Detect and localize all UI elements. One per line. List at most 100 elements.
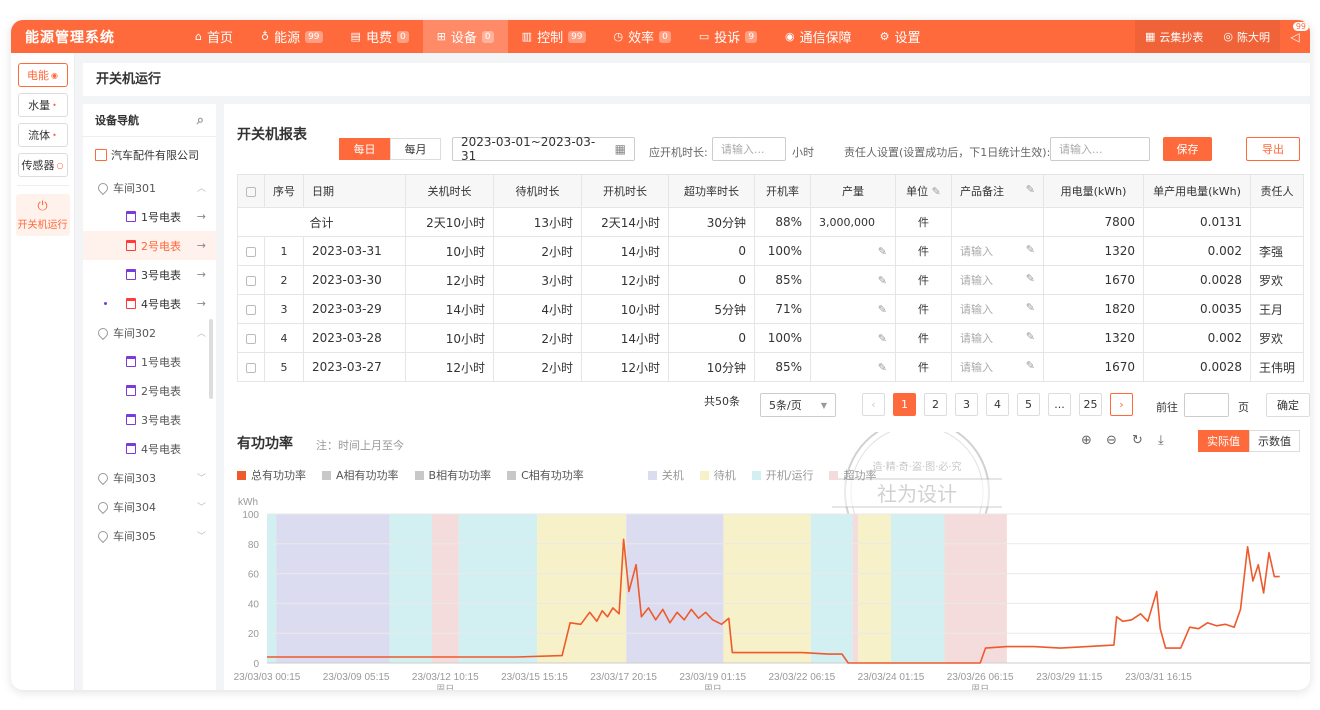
legend-off[interactable]: 关机 xyxy=(647,467,684,483)
row-remark[interactable]: 请输入 ✎ xyxy=(951,265,1044,295)
notification-button[interactable]: ◁ 99 xyxy=(1280,20,1310,53)
rail-item-0[interactable]: 电能 ◉ xyxy=(17,63,68,87)
rail-item-3[interactable]: 传感器 ○ xyxy=(17,153,68,177)
page-button[interactable]: 1 xyxy=(893,393,916,416)
nav-item-0[interactable]: ⌂ 首页 xyxy=(181,20,247,53)
goto-input[interactable] xyxy=(1184,393,1229,417)
display-value-button[interactable]: 示数值 xyxy=(1249,430,1300,452)
select-all-checkbox[interactable] xyxy=(237,174,265,208)
chevron-up-icon[interactable]: ︿ xyxy=(197,326,206,339)
row-remark[interactable]: 请输入 ✎ xyxy=(951,236,1044,266)
cloud-reading-button[interactable]: ▦ 云集抄表 xyxy=(1134,20,1214,53)
edit-icon[interactable]: ✎ xyxy=(878,361,887,374)
nav-item-5[interactable]: ◷ 效率 0 xyxy=(600,20,685,53)
edit-icon[interactable]: ✎ xyxy=(878,274,887,287)
sidebar-scrollbar[interactable] xyxy=(209,319,213,399)
zoom-out-icon[interactable]: ⊖ xyxy=(1106,433,1117,448)
row-checkbox[interactable] xyxy=(237,236,265,266)
tree-meter[interactable]: 2号电表 → xyxy=(83,231,216,260)
tree-workshop[interactable]: 车间302 ︿ xyxy=(83,318,216,347)
chevron-up-icon[interactable]: ︿ xyxy=(197,181,206,194)
tree-meter[interactable]: 4号电表 → xyxy=(83,289,216,318)
tree-meter[interactable]: 1号电表 → xyxy=(83,202,216,231)
row-checkbox[interactable] xyxy=(237,265,265,295)
arrow-right-icon[interactable]: → xyxy=(197,297,206,310)
rail-item-1[interactable]: 水量 • xyxy=(17,93,68,117)
download-icon[interactable]: ⤓ xyxy=(1158,433,1164,448)
runtime-input[interactable]: 请输入... xyxy=(712,137,786,161)
page-button[interactable]: 5 xyxy=(1017,393,1040,416)
daily-button[interactable]: 每日 xyxy=(339,138,390,160)
arrow-right-icon[interactable]: → xyxy=(197,210,206,223)
export-button[interactable]: 导出 xyxy=(1246,137,1300,161)
legend-b[interactable]: B相有功功率 xyxy=(414,467,491,483)
row-remark[interactable]: 请输入 ✎ xyxy=(951,294,1044,324)
rail-item-2[interactable]: 流体 • xyxy=(17,123,68,147)
goto-confirm-button[interactable]: 确定 xyxy=(1266,393,1310,417)
tree-workshop[interactable]: 车间301 ︿ xyxy=(83,173,216,202)
nav-item-4[interactable]: ▥ 控制 99 xyxy=(508,20,600,53)
tree-meter[interactable]: 3号电表 → xyxy=(83,260,216,289)
nav-item-3[interactable]: ⊞ 设备 0 xyxy=(422,20,508,53)
tree-meter[interactable]: 4号电表 xyxy=(83,434,216,463)
row-output[interactable]: ✎ xyxy=(810,265,896,295)
edit-icon[interactable]: ✎ xyxy=(1026,301,1035,314)
edit-icon[interactable]: ✎ xyxy=(878,303,887,316)
arrow-right-icon[interactable]: → xyxy=(197,239,206,252)
tree-workshop[interactable]: 车间303 ﹀ xyxy=(83,463,216,492)
save-button[interactable]: 保存 xyxy=(1163,137,1212,161)
chevron-down-icon[interactable]: ﹀ xyxy=(197,529,206,542)
rail-tile-power-run[interactable]: ⏻ 开关机运行 xyxy=(15,194,70,236)
edit-icon[interactable]: ✎ xyxy=(878,245,887,258)
legend-on[interactable]: 开机/运行 xyxy=(751,467,813,483)
edit-icon[interactable]: ✎ xyxy=(1026,183,1035,196)
zoom-in-icon[interactable]: ⊕ xyxy=(1081,433,1092,448)
chevron-down-icon[interactable]: ﹀ xyxy=(197,500,206,513)
nav-item-2[interactable]: ▤ 电费 0 xyxy=(337,20,423,53)
row-output[interactable]: ✎ xyxy=(810,294,896,324)
date-range-picker[interactable]: 2023-03-01~2023-03-31 ▦ xyxy=(452,135,635,163)
tree-meter[interactable]: 3号电表 xyxy=(83,405,216,434)
legend-a[interactable]: A相有功功率 xyxy=(322,467,399,483)
nav-item-1[interactable]: ♁ 能源 99 xyxy=(247,20,337,53)
row-checkbox[interactable] xyxy=(237,323,265,353)
row-output[interactable]: ✎ xyxy=(810,323,896,353)
owner-input[interactable]: 请输入... xyxy=(1050,137,1150,161)
page-size-select[interactable]: 5条/页 ▼ xyxy=(760,393,836,417)
next-page-button[interactable]: › xyxy=(1110,393,1133,416)
arrow-right-icon[interactable]: → xyxy=(197,268,206,281)
edit-icon[interactable]: ✎ xyxy=(1026,359,1035,372)
legend-standby[interactable]: 待机 xyxy=(699,467,736,483)
refresh-icon[interactable]: ↻ xyxy=(1132,433,1143,448)
actual-value-button[interactable]: 实际值 xyxy=(1198,430,1249,452)
tree-workshop[interactable]: 车间305 ﹀ xyxy=(83,521,216,550)
row-output[interactable]: ✎ xyxy=(810,352,896,382)
row-remark[interactable]: 请输入 ✎ xyxy=(951,352,1044,382)
nav-item-7[interactable]: ◉ 通信保障 xyxy=(771,20,866,53)
tree-company[interactable]: 汽车配件有限公司 xyxy=(83,137,216,173)
legend-over[interactable]: 超功率 xyxy=(829,467,876,483)
edit-icon[interactable]: ✎ xyxy=(1026,272,1035,285)
edit-icon[interactable]: ✎ xyxy=(1026,330,1035,343)
tree-meter[interactable]: 2号电表 xyxy=(83,376,216,405)
chevron-down-icon[interactable]: ﹀ xyxy=(197,471,206,484)
row-checkbox[interactable] xyxy=(237,294,265,324)
page-button[interactable]: 3 xyxy=(955,393,978,416)
edit-icon[interactable]: ✎ xyxy=(878,332,887,345)
user-menu[interactable]: ◎ 陈大明 xyxy=(1213,20,1280,53)
search-icon[interactable]: ⌕ xyxy=(197,113,204,128)
tree-workshop[interactable]: 车间304 ﹀ xyxy=(83,492,216,521)
tree-meter[interactable]: 1号电表 xyxy=(83,347,216,376)
page-button[interactable]: 25 xyxy=(1079,393,1102,416)
edit-icon[interactable]: ✎ xyxy=(1026,243,1035,256)
row-checkbox[interactable] xyxy=(237,352,265,382)
legend-c[interactable]: C相有功功率 xyxy=(507,467,584,483)
row-remark[interactable]: 请输入 ✎ xyxy=(951,323,1044,353)
monthly-button[interactable]: 每月 xyxy=(390,138,441,160)
page-button[interactable]: 2 xyxy=(924,393,947,416)
legend-total[interactable]: 总有功功率 xyxy=(237,467,306,483)
page-button[interactable]: ... xyxy=(1048,393,1071,416)
page-button[interactable]: 4 xyxy=(986,393,1009,416)
edit-icon[interactable]: ✎ xyxy=(932,185,941,198)
prev-page-button[interactable]: ‹ xyxy=(862,393,885,416)
